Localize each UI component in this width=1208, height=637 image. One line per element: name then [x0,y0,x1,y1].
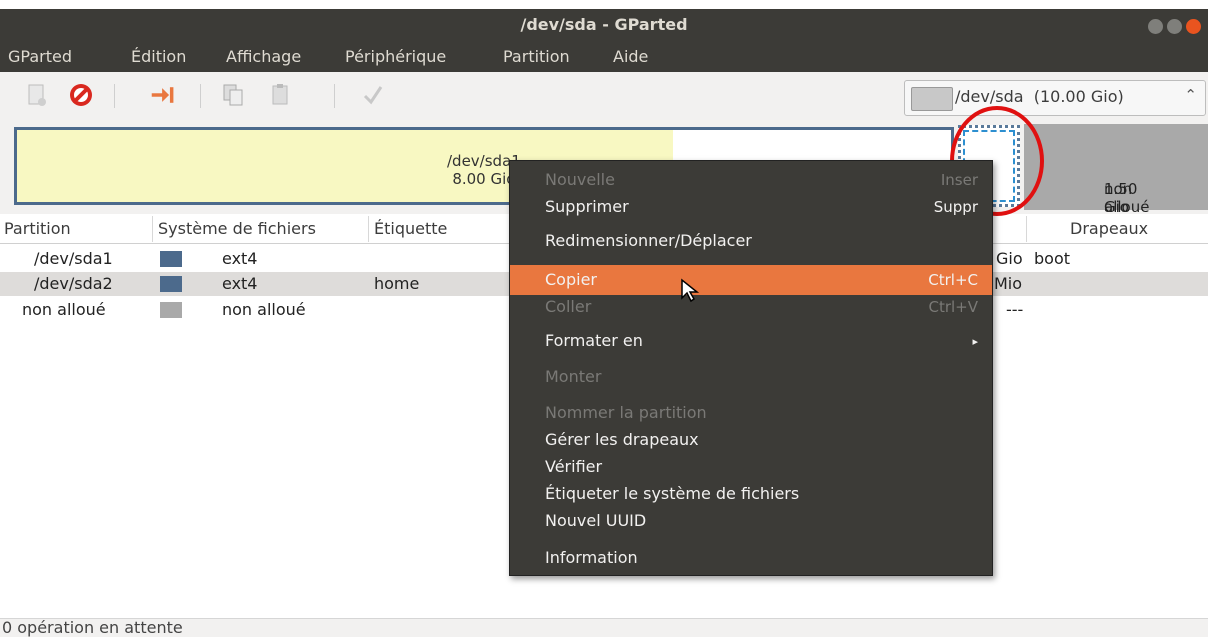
top-cropped-strip [0,0,1208,9]
menu-aide[interactable]: Aide [613,47,648,66]
partition-block-unallocated[interactable]: non alloué 1.50 Gio [1024,124,1208,216]
toolbar-separator [200,84,201,108]
menu-item-etiqueter[interactable]: Étiqueter le système de fichiers [510,482,992,508]
partition-cell: /dev/sda1 [34,249,113,268]
new-icon[interactable] [24,82,50,108]
menu-item-supprimer[interactable]: Supprimer Suppr [510,195,992,221]
copy-icon[interactable] [220,82,246,108]
maximize-button[interactable] [1167,19,1182,34]
menu-item-drapeaux[interactable]: Gérer les drapeaux [510,428,992,454]
fs-color-swatch [160,302,182,318]
column-label[interactable]: Étiquette [374,219,447,238]
filesystem-cell: non alloué [222,300,306,319]
device-selector-label: /dev/sda (10.00 Gio) [955,87,1124,106]
menu-item-verifier[interactable]: Vérifier [510,455,992,481]
partition-cell: /dev/sda2 [34,274,113,293]
pending-operations-text: 0 opération en attente [2,618,183,637]
column-filesystem[interactable]: Système de fichiers [158,219,316,238]
fs-color-swatch [160,251,182,267]
menubar: GParted Édition Affichage Périphérique P… [0,42,1208,72]
flags-cell: boot [1034,249,1071,268]
harddisk-icon [911,87,953,111]
menu-item-redimensionner[interactable]: Redimensionner/Déplacer [510,229,992,255]
column-divider [368,216,369,242]
menu-item-nommer[interactable]: Nommer la partition [510,401,992,427]
submenu-arrow-icon: ▸ [972,335,978,348]
spinner-icon: ⌃ [1184,86,1197,104]
menu-item-information[interactable]: Information [510,546,992,572]
unallocated-size: 1.50 Gio [1104,180,1138,216]
menu-peripherique[interactable]: Périphérique [345,47,446,66]
menu-item-copier[interactable]: Copier Ctrl+C [510,265,992,295]
menu-item-nouvel-uuid[interactable]: Nouvel UUID [510,509,992,535]
context-menu: Nouvelle Inser Supprimer Suppr Redimensi… [509,160,993,576]
resize-move-icon[interactable] [150,82,176,108]
filesystem-cell: ext4 [222,249,258,268]
menu-item-monter[interactable]: Monter [510,365,992,391]
delete-icon[interactable] [68,82,94,108]
size-cell: Mio [994,274,1023,293]
menu-partition[interactable]: Partition [503,47,570,66]
fs-color-swatch [160,276,182,292]
apply-icon[interactable] [360,82,386,108]
column-flags[interactable]: Drapeaux [1070,219,1148,238]
size-cell: --- [1006,300,1024,319]
filesystem-cell: ext4 [222,274,258,293]
toolbar-separator [114,84,115,108]
column-divider [1026,216,1027,242]
menu-item-coller[interactable]: Coller Ctrl+V [510,295,992,321]
paste-icon[interactable] [268,82,294,108]
menu-edition[interactable]: Édition [131,47,186,66]
label-cell: home [374,274,420,293]
menu-item-nouvelle[interactable]: Nouvelle Inser [510,168,992,194]
window-titlebar: /dev/sda - GParted [0,9,1208,42]
size-cell: Gio [996,249,1023,268]
statusbar: 0 opération en attente [0,618,1208,637]
mouse-pointer-icon [681,278,700,303]
toolbar-separator [334,84,335,108]
window-title: /dev/sda - GParted [520,15,688,34]
column-partition[interactable]: Partition [4,219,71,238]
minimize-button[interactable] [1148,19,1163,34]
close-button[interactable] [1186,19,1201,34]
menu-affichage[interactable]: Affichage [226,47,301,66]
device-selector[interactable]: /dev/sda (10.00 Gio) ⌃ [904,80,1206,116]
column-divider [152,216,153,242]
partition-cell: non alloué [22,300,106,319]
menu-gparted[interactable]: GParted [8,47,72,66]
menu-item-formater[interactable]: Formater en ▸ [510,329,992,355]
